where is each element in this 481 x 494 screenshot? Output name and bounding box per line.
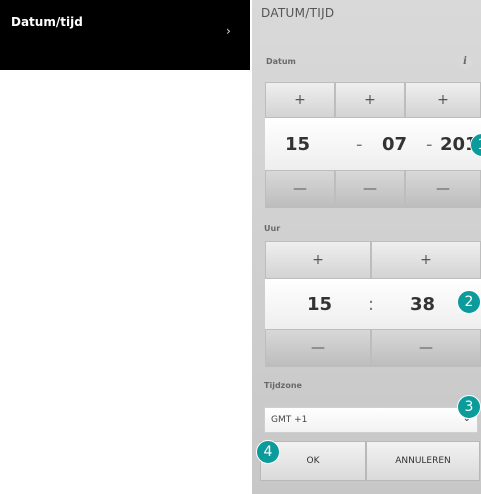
menu-item-label: Datum/tijd [11,15,83,29]
uur-label: Uur [264,224,281,233]
timezone-value: GMT +1 [271,415,308,425]
time-separator: : [368,294,375,315]
chevron-right-icon: › [226,24,231,38]
minute-value: 38 [410,294,436,315]
year-plus-button[interactable]: + [405,82,481,118]
minute-minus-button[interactable]: — [371,329,481,367]
date-separator: - [356,134,363,155]
date-separator: - [426,134,433,155]
tijdzone-label: Tijdzone [264,381,302,390]
day-plus-button[interactable]: + [265,82,335,118]
timezone-select[interactable]: GMT +1 ⌄ [264,407,478,433]
minute-plus-button[interactable]: + [371,241,481,279]
datetime-panel: DATUM/TIJD Datum i + + + 15 - 07 - 2015 … [252,0,481,494]
hour-minus-button[interactable]: — [265,329,371,367]
year-minus-button[interactable]: — [405,170,481,208]
callout-badge-3: 3 [457,395,481,419]
callout-badge-2: 2 [457,290,481,314]
callout-badge-4: 4 [256,440,280,464]
hour-value: 15 [307,294,333,315]
month-minus-button[interactable]: — [335,170,405,208]
left-menu: Datum/tijd › [0,0,250,70]
month-plus-button[interactable]: + [335,82,405,118]
day-minus-button[interactable]: — [265,170,335,208]
cancel-button[interactable]: ANNULEREN [366,441,480,481]
day-value: 15 [285,134,311,155]
month-value: 07 [382,134,408,155]
datum-label: Datum [266,57,296,66]
panel-title: DATUM/TIJD [261,6,335,20]
hour-plus-button[interactable]: + [265,241,371,279]
info-icon[interactable]: i [458,55,472,69]
